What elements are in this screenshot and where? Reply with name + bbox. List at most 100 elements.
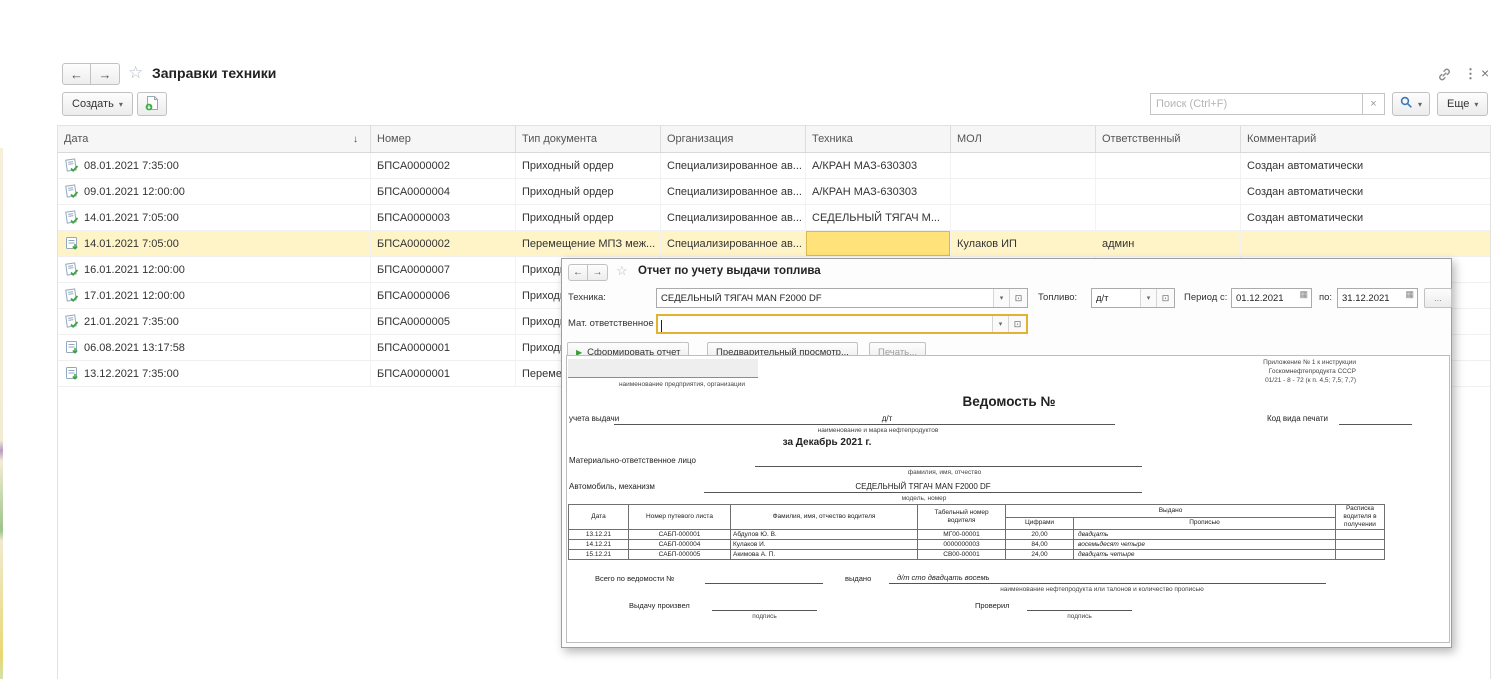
- mol-filter-input[interactable]: [662, 316, 992, 332]
- column-label: Комментарий: [1247, 133, 1316, 145]
- fuel-open-icon[interactable]: ⊡: [1156, 289, 1174, 307]
- vehicle-filter-label: Техника:: [568, 292, 606, 303]
- mol-open-icon[interactable]: ⊡: [1008, 316, 1026, 332]
- document-moved-icon: [64, 340, 84, 355]
- cell-vehicle: СЕДЕЛЬНЫЙ ТЯГАЧ М...: [806, 205, 951, 230]
- column-header-doc-type[interactable]: Тип документа: [516, 126, 661, 152]
- forward-button[interactable]: →: [91, 63, 120, 85]
- period-to-input[interactable]: [1338, 289, 1402, 307]
- column-header-mol[interactable]: МОЛ: [951, 126, 1096, 152]
- column-header-vehicle[interactable]: Техника: [806, 126, 951, 152]
- report-col-tab-no: Табельный номер водителя: [918, 505, 1006, 530]
- vehicle-filter-input[interactable]: [657, 289, 993, 307]
- cell-date: 08.01.2021 7:35:00: [58, 153, 371, 178]
- cell-comment: Создан автоматически: [1241, 205, 1490, 230]
- table-row[interactable]: 14.01.2021 7:05:00БПСА0000003Приходный о…: [58, 205, 1490, 231]
- period-to-field: ▦: [1337, 288, 1418, 308]
- column-header-date[interactable]: Дата ↓: [58, 126, 371, 152]
- column-header-responsible[interactable]: Ответственный: [1096, 126, 1241, 152]
- column-label: Ответственный: [1102, 133, 1181, 145]
- report-col-words: Прописью: [1074, 517, 1336, 530]
- period-more-button[interactable]: ...: [1424, 288, 1452, 308]
- table-row[interactable]: 14.01.2021 7:05:00БПСА0000002Перемещение…: [58, 231, 1490, 257]
- sort-descending-icon: ↓: [353, 134, 364, 145]
- close-window-icon[interactable]: ×: [1481, 65, 1489, 81]
- mol-filter-field: ▾ ⊡: [656, 314, 1028, 334]
- cell-date: 14.01.2021 7:05:00: [58, 205, 371, 230]
- cell-mol: [951, 205, 1096, 230]
- search-button[interactable]: ▾: [1392, 92, 1430, 116]
- cell-organization: Специализированное ав...: [661, 205, 806, 230]
- chevron-down-icon: ▾: [1474, 100, 1478, 109]
- report-col-receipt: Расписка водителя в получении: [1336, 505, 1385, 530]
- report-table-row: 14.12.21САБП-000004Кулаков И.00000000038…: [569, 540, 1385, 550]
- report-cell-tab-no: СВ00-00001: [918, 550, 1006, 560]
- calendar-icon[interactable]: ▦: [1402, 289, 1417, 307]
- copy-document-icon: [144, 95, 160, 114]
- table-row[interactable]: 09.01.2021 12:00:00БПСА0000004Приходный …: [58, 179, 1490, 205]
- column-header-comment[interactable]: Комментарий: [1241, 126, 1490, 152]
- cell-organization: Специализированное ав...: [661, 231, 806, 256]
- issued-label: выдано: [845, 574, 871, 583]
- cell-mol: Кулаков ИП: [951, 231, 1096, 256]
- column-label: Организация: [667, 133, 733, 145]
- calendar-icon[interactable]: ▦: [1296, 289, 1311, 307]
- report-col-digits: Цифрами: [1006, 517, 1074, 530]
- report-vehicle-label: Автомобиль, механизм: [569, 482, 655, 491]
- report-cell-driver: Абдулов Ю. В.: [731, 530, 918, 540]
- fuel-filter-label: Топливо:: [1038, 292, 1077, 303]
- report-table-row: 15.12.21САБП-000005Акимова А. П.СВ00-000…: [569, 550, 1385, 560]
- favorite-star-icon[interactable]: ☆: [128, 64, 143, 81]
- column-header-number[interactable]: Номер: [371, 126, 516, 152]
- create-button[interactable]: Создать ▾: [62, 92, 133, 116]
- cell-organization: Специализированное ав...: [661, 153, 806, 178]
- fuel-filter-input[interactable]: [1092, 289, 1140, 307]
- fuel-dropdown-icon[interactable]: ▾: [1140, 289, 1156, 307]
- cell-doc-type: Перемещение МПЗ меж...: [516, 231, 661, 256]
- column-header-organization[interactable]: Организация: [661, 126, 806, 152]
- dialog-favorite-star-icon[interactable]: ☆: [616, 264, 628, 277]
- cell-number: БПСА0000004: [371, 179, 516, 204]
- vehicle-dropdown-icon[interactable]: ▾: [993, 289, 1009, 307]
- cell-date: 21.01.2021 7:35:00: [58, 309, 371, 334]
- cell-number: БПСА0000006: [371, 283, 516, 308]
- search-input[interactable]: [1150, 93, 1363, 115]
- kebab-menu-icon[interactable]: ⋮: [1464, 66, 1477, 82]
- column-label: МОЛ: [957, 133, 982, 145]
- appendix-line: 01/21 - 8 - 72 (к п. 4,5; 7,5; 7,7): [1263, 376, 1356, 385]
- report-cell-receipt: [1336, 540, 1385, 550]
- vehicle-open-icon[interactable]: ⊡: [1009, 289, 1027, 307]
- back-button[interactable]: ←: [62, 63, 91, 85]
- dialog-forward-button[interactable]: →: [588, 264, 608, 281]
- dialog-back-button[interactable]: ←: [568, 264, 588, 281]
- organization-name-box: [568, 359, 758, 378]
- cell-vehicle: А/КРАН МАЗ-630303: [806, 179, 951, 204]
- copy-document-button[interactable]: [137, 92, 167, 116]
- document-posted-icon: [64, 314, 84, 329]
- cell-number: БПСА0000001: [371, 361, 516, 386]
- period-from-input[interactable]: [1232, 289, 1296, 307]
- document-posted-icon: [64, 262, 84, 277]
- cell-comment: Создан автоматически: [1241, 179, 1490, 204]
- cell-responsible: [1096, 179, 1241, 204]
- report-cell-words: двадцать четыре: [1074, 550, 1336, 560]
- cell-number: БПСА0000001: [371, 335, 516, 360]
- report-period: за Декабрь 2021 г.: [677, 437, 977, 448]
- search-clear-icon[interactable]: ×: [1363, 93, 1385, 115]
- report-cell-sheet-no: САБП-000004: [629, 540, 731, 550]
- report-cell-driver: Акимова А. П.: [731, 550, 918, 560]
- cell-responsible: админ: [1096, 231, 1241, 256]
- document-posted-icon: [64, 158, 84, 173]
- issuer-label: Выдачу произвел: [629, 601, 690, 610]
- cell-organization: Специализированное ав...: [661, 179, 806, 204]
- table-row[interactable]: 08.01.2021 7:35:00БПСА0000002Приходный о…: [58, 153, 1490, 179]
- total-sublabel: наименование нефтепродукта или талонов и…: [902, 586, 1302, 593]
- appendix-line: Госкомнефтепродукта СССР: [1263, 367, 1356, 376]
- cell-date: 16.01.2021 12:00:00: [58, 257, 371, 282]
- mol-dropdown-icon[interactable]: ▾: [992, 316, 1008, 332]
- link-icon[interactable]: [1437, 67, 1452, 87]
- search-icon: [1400, 96, 1413, 112]
- report-cell-receipt: [1336, 530, 1385, 540]
- more-button[interactable]: Еще ▾: [1437, 92, 1488, 116]
- cell-doc-type: Приходный ордер: [516, 153, 661, 178]
